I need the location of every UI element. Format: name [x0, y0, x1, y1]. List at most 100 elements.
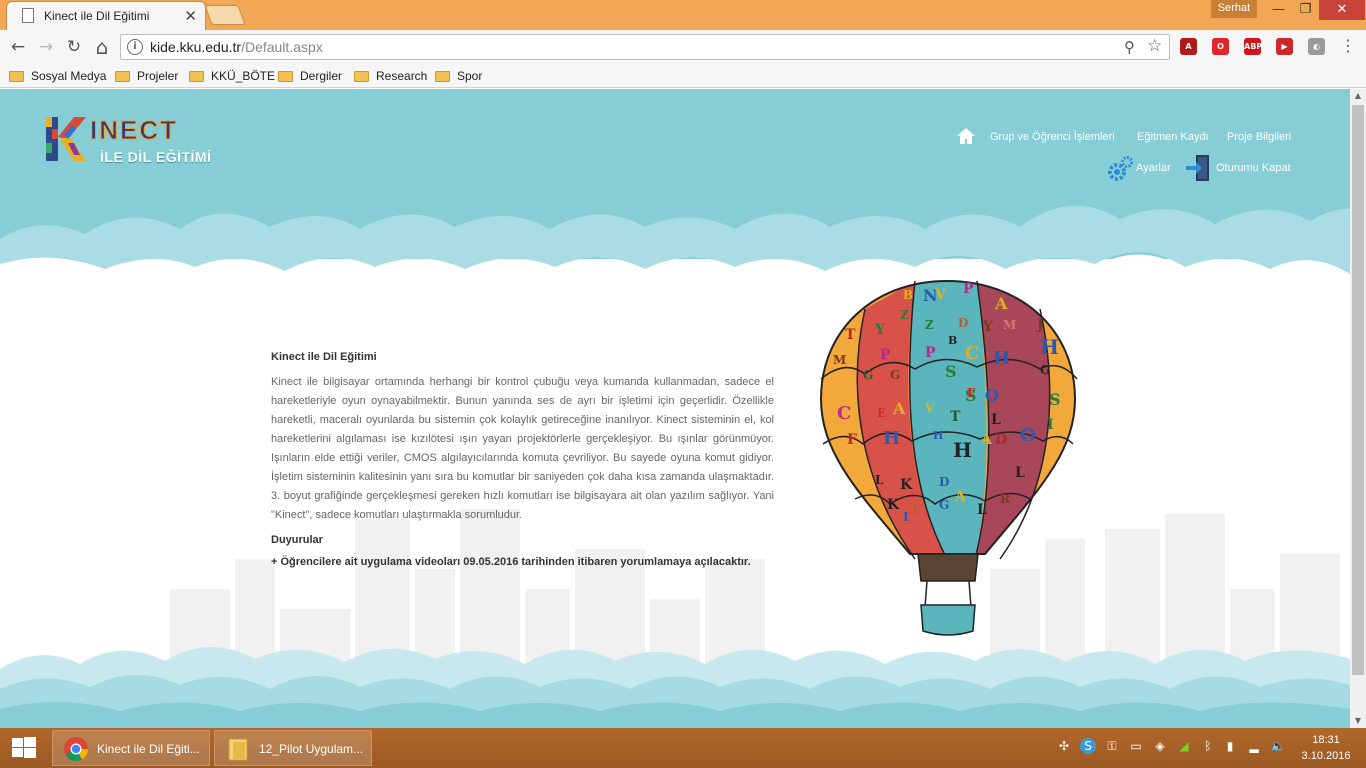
bookmark-folder[interactable]: Sosyal Medya	[9, 67, 106, 85]
folder-icon	[228, 738, 248, 761]
svg-text:O: O	[1020, 425, 1036, 446]
bookmark-star-icon[interactable]: ☆	[1147, 36, 1162, 56]
svg-text:L: L	[1015, 465, 1025, 481]
bookmark-label: Spor	[457, 69, 483, 83]
scroll-down-icon[interactable]: ▼	[1350, 714, 1366, 728]
nav-settings-link[interactable]: Ayarlar	[1136, 162, 1171, 174]
url-host: kide.kku.edu.tr	[150, 39, 242, 55]
svg-text:D: D	[958, 316, 968, 330]
svg-text:K: K	[900, 477, 913, 493]
settings-gears-icon[interactable]	[1106, 155, 1134, 183]
display-tray-icon[interactable]: ▭	[1128, 738, 1144, 754]
svg-text:H: H	[953, 438, 972, 462]
bookmark-folder[interactable]: KKÜ_BÖTE	[189, 67, 275, 85]
address-bar[interactable]: i kide.kku.edu.tr/Default.aspx ⚲ ☆	[120, 34, 1170, 60]
svg-text:H: H	[883, 428, 900, 449]
back-button[interactable]: ←	[6, 35, 30, 59]
svg-text:O: O	[985, 386, 999, 405]
nav-groups-link[interactable]: Grup ve Öğrenci İşlemleri	[990, 131, 1115, 143]
app-tray-icon[interactable]: ◈	[1152, 738, 1168, 754]
taskbar-explorer-window[interactable]: 12_Pilot Uygulam...	[214, 730, 372, 766]
taskbar-clock[interactable]: 18:31 3.10.2016	[1296, 732, 1356, 764]
svg-text:F: F	[847, 432, 857, 448]
bluetooth-tray-icon[interactable]: ᛒ	[1200, 738, 1216, 754]
network-tray-icon[interactable]: ✣	[1056, 738, 1072, 754]
browser-tab[interactable]: Kinect ile Dil Eğitimi ✕	[6, 1, 206, 30]
profile-button[interactable]: Serhat	[1211, 0, 1257, 18]
page-scrollbar[interactable]: ▲ ▼	[1350, 89, 1366, 728]
opera-extension-icon[interactable]: O	[1212, 38, 1229, 55]
svg-text:Z: Z	[925, 318, 934, 332]
bookmark-folder[interactable]: Projeler	[115, 67, 178, 85]
video-extension-icon[interactable]: ▶	[1276, 38, 1293, 55]
bookmark-label: KKÜ_BÖTE	[211, 69, 276, 83]
svg-text:H: H	[1040, 335, 1059, 359]
skype-tray-icon[interactable]: S	[1080, 738, 1096, 754]
taskbar-chrome-window[interactable]: Kinect ile Dil Eğiti...	[52, 730, 210, 766]
scroll-up-icon[interactable]: ▲	[1350, 89, 1366, 103]
reload-button[interactable]: ↻	[62, 35, 86, 59]
site-logo[interactable]: INECT İLE DİL EĞİTİMİ	[46, 115, 221, 171]
battery-tray-icon[interactable]: ▮	[1222, 738, 1238, 754]
forward-button[interactable]: →	[34, 35, 58, 59]
folder-icon	[9, 71, 24, 82]
svg-text:C: C	[965, 343, 979, 364]
svg-text:D: D	[995, 432, 1007, 448]
svg-text:S: S	[1049, 390, 1061, 409]
svg-text:A: A	[892, 399, 906, 418]
svg-text:T: T	[910, 502, 921, 518]
home-button[interactable]: ⌂	[90, 35, 114, 59]
logout-door-icon[interactable]	[1184, 153, 1212, 183]
tab-title: Kinect ile Dil Eğitimi	[44, 9, 150, 23]
svg-text:B: B	[948, 334, 957, 347]
svg-text:L: L	[991, 412, 1001, 428]
svg-text:J: J	[1035, 317, 1044, 333]
pdf-extension-icon[interactable]: A	[1180, 38, 1197, 55]
zoom-icon[interactable]: ⚲	[1124, 38, 1135, 56]
svg-text:L: L	[977, 502, 987, 518]
nvidia-tray-icon[interactable]: ◢	[1176, 738, 1192, 754]
url-text[interactable]: kide.kku.edu.tr/Default.aspx	[150, 39, 323, 55]
bookmark-folder[interactable]: Spor	[435, 67, 482, 85]
task-label: Kinect ile Dil Eğiti...	[97, 742, 200, 756]
svg-text:A: A	[980, 432, 993, 448]
nav-trainer-link[interactable]: Eğitmen Kaydı	[1137, 131, 1209, 143]
bookmark-label: Projeler	[137, 69, 179, 83]
close-window-button[interactable]: ✕	[1319, 0, 1365, 20]
svg-text:A: A	[994, 294, 1008, 313]
scroll-thumb[interactable]	[1352, 105, 1364, 675]
url-path: /Default.aspx	[241, 39, 323, 55]
announcements-title: Duyurular	[271, 534, 323, 546]
adblock-plus-icon[interactable]: ABP	[1244, 38, 1262, 55]
bookmark-folder[interactable]: Dergiler	[278, 67, 342, 85]
site-info-icon[interactable]: i	[127, 39, 143, 55]
announcement-item: + Öğrencilere ait uygulama videoları 09.…	[271, 556, 751, 568]
bookmark-folder[interactable]: Research	[354, 67, 427, 85]
tab-close-icon[interactable]: ✕	[184, 7, 197, 25]
browser-titlebar: Kinect ile Dil Eğitimi ✕ Serhat — ❐ ✕	[0, 0, 1366, 30]
svg-text:D: D	[939, 475, 949, 489]
minimize-button[interactable]: —	[1265, 0, 1292, 20]
folder-icon	[189, 71, 204, 82]
logo-text: INECT	[90, 115, 178, 145]
wifi-signal-tray-icon[interactable]: ▂	[1246, 738, 1262, 754]
svg-text:Y: Y	[874, 322, 886, 338]
svg-text:T: T	[950, 409, 961, 425]
new-tab-button[interactable]	[204, 5, 246, 25]
content-title: Kinect ile Dil Eğitimi	[271, 351, 377, 363]
svg-text:V: V	[934, 287, 947, 303]
folder-icon	[435, 71, 450, 82]
bookmark-label: Sosyal Medya	[31, 69, 107, 83]
home-icon[interactable]	[956, 127, 976, 145]
windows-start-icon[interactable]	[0, 728, 48, 768]
svg-text:T: T	[845, 327, 856, 343]
svg-text:C: C	[837, 403, 851, 424]
content-body: Kinect ile bilgisayar ortamında herhangi…	[271, 376, 774, 521]
nav-project-link[interactable]: Proje Bilgileri	[1227, 131, 1291, 143]
maximize-button[interactable]: ❐	[1292, 0, 1319, 20]
volume-tray-icon[interactable]: 🔈	[1270, 738, 1286, 754]
user-extension-icon[interactable]: ◐	[1308, 38, 1325, 55]
chrome-menu-icon[interactable]: ⋮	[1340, 36, 1356, 55]
security-tray-icon[interactable]: ⚿	[1104, 738, 1120, 754]
nav-logout-link[interactable]: Oturumu Kapat	[1216, 162, 1291, 174]
